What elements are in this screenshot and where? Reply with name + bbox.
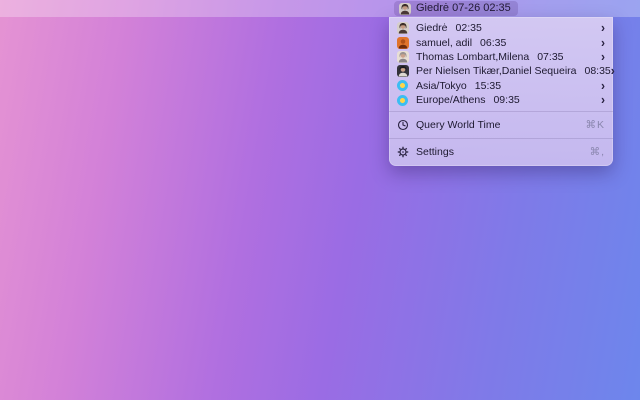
person-name: Giedrė bbox=[416, 22, 448, 34]
menu-item-person-thomas-milena[interactable]: Thomas Lombart,Milena 07:35 › bbox=[389, 50, 613, 64]
avatar-giedre-icon bbox=[397, 22, 409, 34]
menubar: Giedrė 07-26 02:35 bbox=[0, 0, 640, 17]
menu-separator bbox=[389, 111, 613, 112]
keyboard-shortcut: ⌘K bbox=[585, 119, 605, 131]
menu-item-person-per-daniel[interactable]: Per Nielsen Tikær,Daniel Sequeira 08:35 … bbox=[389, 64, 613, 78]
keyboard-shortcut: ⌘, bbox=[590, 146, 605, 158]
timezone-globe-icon bbox=[397, 95, 408, 106]
person-time: 07:35 bbox=[537, 51, 563, 63]
person-name: Thomas Lombart,Milena bbox=[416, 51, 529, 63]
menu-item-timezone-asia-tokyo[interactable]: Asia/Tokyo 15:35 › bbox=[389, 79, 613, 93]
menu-item-query-world-time[interactable]: Query World Time ⌘K bbox=[389, 115, 613, 134]
person-name: Per Nielsen Tikær,Daniel Sequeira bbox=[416, 65, 577, 77]
avatar-samuel-adil-icon bbox=[397, 37, 409, 49]
avatar-giedre-icon bbox=[399, 3, 411, 15]
gear-icon bbox=[397, 146, 409, 158]
menu-item-settings[interactable]: Settings ⌘, bbox=[389, 142, 613, 161]
avatar-thomas-milena-icon bbox=[397, 51, 409, 63]
person-time: 06:35 bbox=[480, 37, 506, 49]
person-name: samuel, adil bbox=[416, 37, 472, 49]
submenu-chevron-icon: › bbox=[601, 95, 605, 106]
submenu-chevron-icon: › bbox=[601, 23, 605, 34]
submenu-chevron-icon: › bbox=[611, 66, 615, 77]
status-item-label: Giedrė 07-26 02:35 bbox=[416, 1, 511, 16]
submenu-chevron-icon: › bbox=[601, 81, 605, 92]
menu-item-person-samuel-adil[interactable]: samuel, adil 06:35 › bbox=[389, 35, 613, 49]
timezone-name: Europe/Athens bbox=[416, 94, 485, 106]
submenu-chevron-icon: › bbox=[601, 52, 605, 63]
status-item-world-clock[interactable]: Giedrė 07-26 02:35 bbox=[394, 1, 518, 16]
clock-icon bbox=[397, 119, 409, 131]
person-time: 02:35 bbox=[456, 22, 482, 34]
menu-separator bbox=[389, 138, 613, 139]
action-label: Settings bbox=[416, 146, 454, 158]
action-label: Query World Time bbox=[416, 119, 500, 131]
menu-item-timezone-europe-athens[interactable]: Europe/Athens 09:35 › bbox=[389, 93, 613, 107]
timezone-name: Asia/Tokyo bbox=[416, 80, 467, 92]
timezone-globe-icon bbox=[397, 80, 408, 91]
menu-item-person-giedre[interactable]: Giedrė 02:35 › bbox=[389, 21, 613, 35]
avatar-per-daniel-icon bbox=[397, 65, 409, 77]
person-time: 08:35 bbox=[585, 65, 611, 77]
submenu-chevron-icon: › bbox=[601, 37, 605, 48]
world-clock-dropdown-menu: Giedrė 02:35 › samuel, adil 06:35 › Thom… bbox=[389, 17, 613, 166]
timezone-time: 09:35 bbox=[493, 94, 519, 106]
timezone-time: 15:35 bbox=[475, 80, 501, 92]
